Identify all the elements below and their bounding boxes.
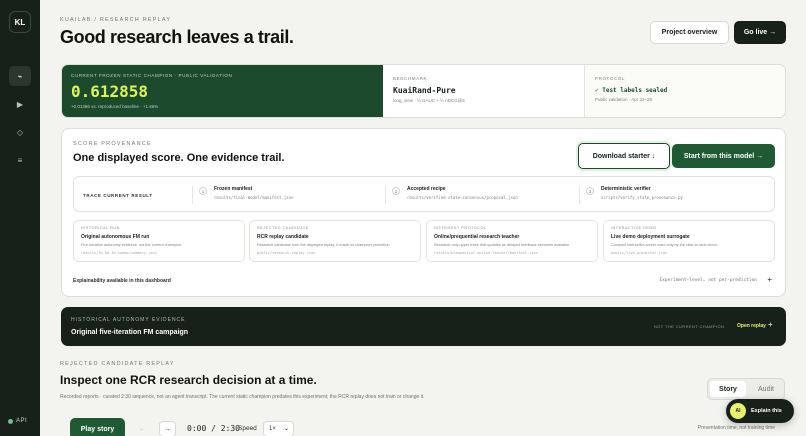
replay-kicker: REJECTED CANDIDATE REPLAY <box>60 361 175 367</box>
logo[interactable]: KL <box>9 11 31 33</box>
sidebar-item-trail[interactable]: ⌁ <box>9 66 31 86</box>
stats-card: CURRENT FROZEN STATIC CHAMPION · PUBLIC … <box>61 64 786 118</box>
explain-this-button[interactable]: AI Explain this <box>726 399 794 423</box>
page-title: Good research leaves a trail. <box>60 27 294 47</box>
card-title: Online/prequential research teacher <box>434 234 520 240</box>
playback-time: 0:00 / 2:30 <box>187 424 240 433</box>
breadcrumb: KUAILAB / RESEARCH REPLAY <box>60 17 172 23</box>
banner-title: Original five-iteration FM campaign <box>71 329 189 336</box>
benchmark-panel: BENCHMARK KuaiRand-Pure long_view · ½ GA… <box>383 65 585 117</box>
card-title: Live demo deployment surrogate <box>611 234 690 240</box>
ai-badge-icon: AI <box>730 403 746 419</box>
card-path: public/live-predictor.json <box>611 251 668 255</box>
protocol-panel: PROTOCOL ✓ Test labels sealed Public val… <box>585 65 785 117</box>
sidebar-item-list[interactable]: ≡ <box>9 150 31 170</box>
step-title: Deterministic verifier <box>601 186 651 192</box>
chevron-down-icon: ⌄ <box>283 426 289 432</box>
card-kicker: HISTORICAL RUN <box>81 226 120 230</box>
play-story-button[interactable]: Play story <box>70 418 125 436</box>
list-icon: ≡ <box>17 155 23 165</box>
sidebar-item-play[interactable]: ▶ <box>9 94 31 114</box>
card-title: Original autonomous FM run <box>81 234 150 240</box>
benchmark-value: KuaiRand-Pure <box>393 86 456 95</box>
diamond-icon: ◇ <box>16 127 24 137</box>
play-icon: ▶ <box>16 99 24 109</box>
trace-step[interactable]: 3 Deterministic verifier scripts/verify_… <box>579 186 769 204</box>
api-status[interactable]: API <box>8 418 27 424</box>
champion-label: CURRENT FROZEN STATIC CHAMPION · PUBLIC … <box>71 73 233 78</box>
expand-plus-icon[interactable]: + <box>767 275 772 284</box>
card-desc: Compact interactive scorer used only by … <box>611 243 718 247</box>
champion-panel: CURRENT FROZEN STATIC CHAMPION · PUBLIC … <box>62 65 383 117</box>
protocol-window: Public validation · Apr 22–28 <box>595 97 653 102</box>
start-from-model-button[interactable]: Start from this model → <box>672 144 775 168</box>
step-number: 2 <box>392 187 400 195</box>
download-starter-button[interactable]: Download starter ↓ <box>578 143 670 169</box>
trace-step[interactable]: 1 Frozen manifest results/final-model/ma… <box>192 186 382 204</box>
arrow-left-icon: ← <box>139 425 146 433</box>
step-path: scripts/verify_state_provenance.py <box>601 195 683 200</box>
card-kicker: REJECTED CANDIDATE <box>257 226 309 230</box>
section-title: One displayed score. One evidence trail. <box>73 152 285 164</box>
banner-note: NOT THE CURRENT CHAMPION <box>654 324 725 329</box>
trace-step[interactable]: 2 Accepted recipe results/verified-state… <box>385 186 575 204</box>
evidence-card[interactable]: REJECTED CANDIDATE RCR replay candidate … <box>249 220 421 262</box>
benchmark-metric: long_view · ½ GAUC + ½ nDCG@5 <box>393 98 465 103</box>
open-replay-link[interactable]: Open replay <box>737 323 766 329</box>
card-path: results/fm-0b-fm-sweep/summary.json <box>81 251 157 255</box>
arrow-right-icon: → <box>164 425 171 433</box>
card-desc: Five-iteration autonomy evidence, not th… <box>81 243 183 247</box>
expand-plus-icon[interactable]: + <box>768 320 773 329</box>
step-path: results/final-model/manifest.json <box>214 195 294 200</box>
next-step-button[interactable]: → <box>159 421 176 436</box>
trail-icon: ⌁ <box>17 71 23 81</box>
presentation-footnote: Presentation time, not training time <box>697 425 775 431</box>
card-path: results/prequential-online-teacher/manif… <box>434 251 538 255</box>
replay-desc: Recorded reports · curated 2:30 sequence… <box>60 394 425 400</box>
trace-label: TRACE CURRENT RESULT <box>83 193 153 198</box>
api-label: API <box>16 418 28 424</box>
evidence-card[interactable]: DIFFERENT PROTOCOL Online/prequential re… <box>426 220 598 262</box>
sidebar-item-diamond[interactable]: ◇ <box>9 122 31 142</box>
go-live-button[interactable]: Go live → <box>734 21 786 44</box>
step-title: Frozen manifest <box>214 186 253 192</box>
historical-autonomy-banner[interactable]: HISTORICAL AUTONOMY EVIDENCE Original fi… <box>61 307 786 346</box>
card-desc: Research-only upper trace that updates a… <box>434 243 571 247</box>
tab-story[interactable]: Story <box>710 381 746 397</box>
section-kicker: SCORE PROVENANCE <box>73 141 152 147</box>
evidence-card[interactable]: HISTORICAL RUN Original autonomous FM ru… <box>73 220 245 262</box>
champion-delta: +0.01386 vs. reproduced baseline · +1.86… <box>71 104 159 109</box>
protocol-value: ✓ Test labels sealed <box>595 87 668 94</box>
tab-audit[interactable]: Audit <box>748 381 784 397</box>
card-kicker: DIFFERENT PROTOCOL <box>434 226 487 230</box>
prev-step-button[interactable]: ← <box>134 421 151 436</box>
speed-value: 1× <box>269 426 276 432</box>
banner-kicker: HISTORICAL AUTONOMY EVIDENCE <box>71 317 186 323</box>
card-title: RCR replay candidate <box>257 234 309 240</box>
trace-bar: TRACE CURRENT RESULT 1 Frozen manifest r… <box>73 176 775 212</box>
sidebar: KL ⌁ ▶ ◇ ≡ API <box>0 0 40 436</box>
explainability-toggle[interactable]: Explainability available in this dashboa… <box>73 278 171 284</box>
step-path: results/verified-state-consensus/proposa… <box>407 195 518 200</box>
view-toggle: Story Audit <box>707 378 785 400</box>
speed-label: Speed <box>238 425 257 432</box>
explain-label: Explain this <box>751 408 782 414</box>
replay-title: Inspect one RCR research decision at a t… <box>60 373 317 387</box>
step-title: Accepted recipe <box>407 186 446 192</box>
card-path: public/research-replay.json <box>257 251 316 255</box>
champion-score: 0.612858 <box>71 82 149 101</box>
card-desc: Research candidate from the displayed re… <box>257 243 391 247</box>
speed-select[interactable]: 1× ⌄ <box>263 421 294 436</box>
step-number: 1 <box>199 187 207 195</box>
status-dot-icon <box>8 418 13 424</box>
protocol-label: PROTOCOL <box>595 76 625 81</box>
card-kicker: INTERACTIVE DEMO <box>611 226 657 230</box>
step-number: 3 <box>586 187 594 195</box>
evidence-card[interactable]: INTERACTIVE DEMO Live demo deployment su… <box>603 220 775 262</box>
project-overview-button[interactable]: Project overview <box>650 21 729 44</box>
benchmark-label: BENCHMARK <box>393 76 428 81</box>
explainability-note: Experiment-level, not per-prediction <box>659 278 757 283</box>
score-provenance-card: SCORE PROVENANCE One displayed score. On… <box>61 128 786 297</box>
